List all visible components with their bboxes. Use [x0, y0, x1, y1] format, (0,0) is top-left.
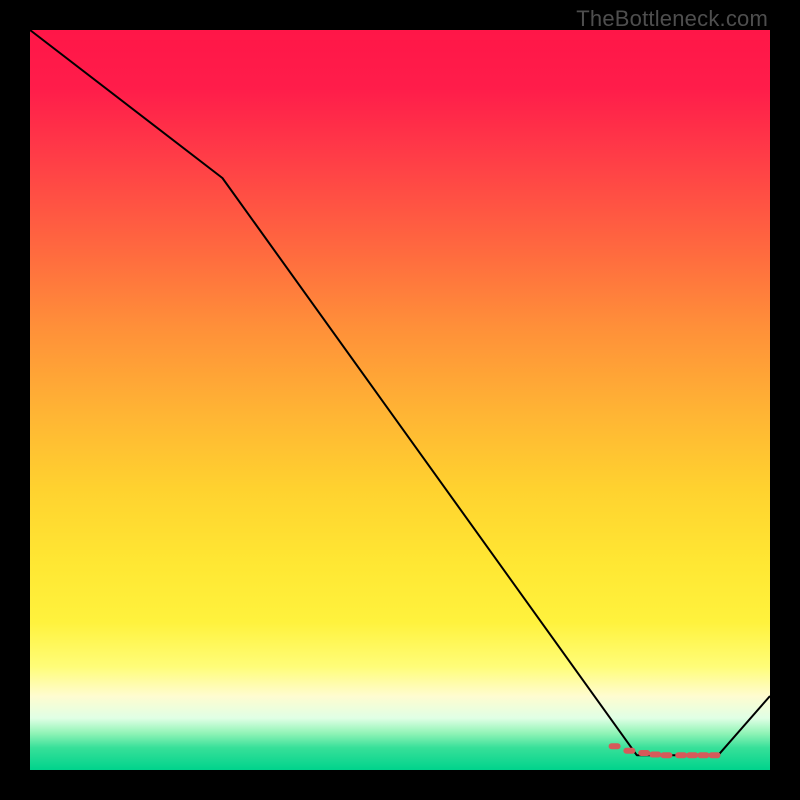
marker-dash: [609, 743, 621, 749]
chart-overlay: [0, 0, 800, 800]
marker-dash: [697, 752, 709, 758]
marker-dash: [660, 752, 672, 758]
attribution-text: TheBottleneck.com: [576, 6, 768, 32]
curve-path: [30, 30, 770, 755]
marker-dash: [709, 752, 721, 758]
marker-dash: [623, 748, 635, 754]
chart-frame: TheBottleneck.com: [0, 0, 800, 800]
marker-dash: [675, 752, 687, 758]
marker-dash: [638, 750, 650, 756]
marker-dash: [686, 752, 698, 758]
marker-series: [609, 743, 721, 758]
line-series: [30, 30, 770, 755]
marker-dash: [649, 752, 661, 758]
